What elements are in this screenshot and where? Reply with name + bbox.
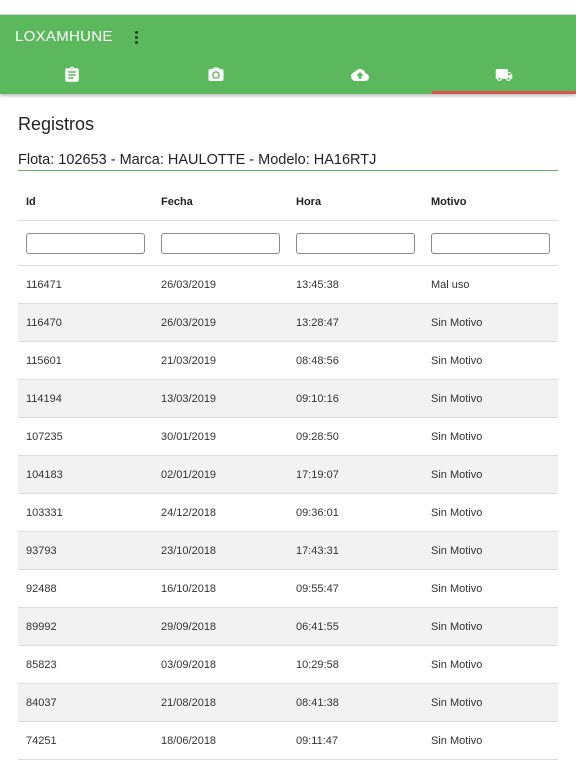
- cell-fecha: 24/12/2018: [153, 493, 288, 532]
- cell-motivo: Sin Motivo: [423, 645, 558, 684]
- table-row[interactable]: 103331 24/12/2018 09:36:01 Sin Motivo: [18, 493, 558, 532]
- records-table: Id Fecha Hora Motivo 116471 26/03/2019 1…: [18, 184, 558, 760]
- truck-icon: [495, 68, 513, 81]
- cell-fecha: 13/03/2019: [153, 379, 288, 418]
- cell-fecha: 03/09/2018: [153, 645, 288, 684]
- cell-hora: 08:41:38: [288, 683, 423, 722]
- table-row[interactable]: 107235 30/01/2019 09:28:50 Sin Motivo: [18, 417, 558, 456]
- cell-motivo: Sin Motivo: [423, 683, 558, 722]
- table-row[interactable]: 104183 02/01/2019 17:19:07 Sin Motivo: [18, 455, 558, 494]
- cell-fecha: 23/10/2018: [153, 531, 288, 570]
- filter-motivo-input[interactable]: [431, 232, 550, 254]
- status-strip: [0, 0, 576, 15]
- table-header-row: Id Fecha Hora Motivo: [18, 184, 558, 221]
- cell-hora: 13:28:47: [288, 303, 423, 342]
- table-row[interactable]: 74251 18/06/2018 09:11:47 Sin Motivo: [18, 721, 558, 760]
- cell-motivo: Sin Motivo: [423, 493, 558, 532]
- clipboard-icon: [65, 66, 79, 82]
- cell-hora: 09:55:47: [288, 569, 423, 608]
- cell-hora: 09:10:16: [288, 379, 423, 418]
- cell-fecha: 02/01/2019: [153, 455, 288, 494]
- camera-icon: [208, 67, 224, 81]
- cell-motivo: Sin Motivo: [423, 455, 558, 494]
- cell-motivo: Sin Motivo: [423, 417, 558, 456]
- cell-fecha: 21/08/2018: [153, 683, 288, 722]
- cell-fecha: 18/06/2018: [153, 721, 288, 760]
- cell-id: 74251: [18, 721, 153, 760]
- app-title: LOXAMHUNE: [15, 28, 113, 45]
- cell-motivo: Sin Motivo: [423, 607, 558, 646]
- cell-id: 116471: [18, 265, 153, 304]
- table-row[interactable]: 116471 26/03/2019 13:45:38 Mal uso: [18, 265, 558, 304]
- filter-id-input[interactable]: [26, 232, 145, 254]
- cell-motivo: Sin Motivo: [423, 569, 558, 608]
- table-row[interactable]: 116470 26/03/2019 13:28:47 Sin Motivo: [18, 303, 558, 342]
- column-header-motivo[interactable]: Motivo: [423, 184, 558, 221]
- cell-motivo: Sin Motivo: [423, 721, 558, 760]
- cell-motivo: Sin Motivo: [423, 341, 558, 380]
- cell-hora: 17:43:31: [288, 531, 423, 570]
- column-header-fecha[interactable]: Fecha: [153, 184, 288, 221]
- app-bar: LOXAMHUNE: [0, 15, 576, 94]
- cell-id: 89992: [18, 607, 153, 646]
- cell-hora: 09:36:01: [288, 493, 423, 532]
- tab-upload[interactable]: [288, 55, 432, 94]
- table-row[interactable]: 89992 29/09/2018 06:41:55 Sin Motivo: [18, 607, 558, 646]
- table-row[interactable]: 92488 16/10/2018 09:55:47 Sin Motivo: [18, 569, 558, 608]
- cell-hora: 17:19:07: [288, 455, 423, 494]
- filter-hora-input[interactable]: [296, 232, 415, 254]
- cell-motivo: Sin Motivo: [423, 303, 558, 342]
- tab-camera[interactable]: [144, 55, 288, 94]
- column-header-hora[interactable]: Hora: [288, 184, 423, 221]
- cell-id: 114194: [18, 379, 153, 418]
- cell-id: 85823: [18, 645, 153, 684]
- tab-vehicle[interactable]: [432, 55, 576, 94]
- vehicle-info: Flota: 102653 - Marca: HAULOTTE - Modelo…: [18, 152, 558, 171]
- cell-motivo: Sin Motivo: [423, 379, 558, 418]
- cell-hora: 08:48:56: [288, 341, 423, 380]
- cell-id: 92488: [18, 569, 153, 608]
- table-row[interactable]: 115601 21/03/2019 08:48:56 Sin Motivo: [18, 341, 558, 380]
- cell-fecha: 26/03/2019: [153, 303, 288, 342]
- bottom-edge: [0, 764, 576, 768]
- cell-fecha: 30/01/2019: [153, 417, 288, 456]
- cell-id: 104183: [18, 455, 153, 494]
- table-row[interactable]: 114194 13/03/2019 09:10:16 Sin Motivo: [18, 379, 558, 418]
- page-title: Registros: [18, 114, 95, 134]
- table-row[interactable]: 93793 23/10/2018 17:43:31 Sin Motivo: [18, 531, 558, 570]
- cell-id: 93793: [18, 531, 153, 570]
- filter-row: [18, 220, 558, 266]
- table-row[interactable]: 84037 21/08/2018 08:41:38 Sin Motivo: [18, 683, 558, 722]
- cell-id: 84037: [18, 683, 153, 722]
- column-header-id[interactable]: Id: [18, 184, 153, 221]
- tab-bar: [0, 55, 576, 94]
- cell-id: 115601: [18, 341, 153, 380]
- cell-hora: 06:41:55: [288, 607, 423, 646]
- filter-fecha-input[interactable]: [161, 232, 280, 254]
- cell-fecha: 29/09/2018: [153, 607, 288, 646]
- cloud-upload-icon: [351, 68, 369, 81]
- cell-id: 116470: [18, 303, 153, 342]
- cell-fecha: 16/10/2018: [153, 569, 288, 608]
- cell-hora: 09:11:47: [288, 721, 423, 760]
- more-vert-icon[interactable]: [130, 27, 142, 47]
- cell-fecha: 21/03/2019: [153, 341, 288, 380]
- tab-clipboard[interactable]: [0, 55, 144, 94]
- cell-motivo: Mal uso: [423, 265, 558, 304]
- cell-fecha: 26/03/2019: [153, 265, 288, 304]
- table-row[interactable]: 85823 03/09/2018 10:29:58 Sin Motivo: [18, 645, 558, 684]
- cell-motivo: Sin Motivo: [423, 531, 558, 570]
- cell-hora: 09:28:50: [288, 417, 423, 456]
- cell-hora: 10:29:58: [288, 645, 423, 684]
- cell-hora: 13:45:38: [288, 265, 423, 304]
- cell-id: 103331: [18, 493, 153, 532]
- cell-id: 107235: [18, 417, 153, 456]
